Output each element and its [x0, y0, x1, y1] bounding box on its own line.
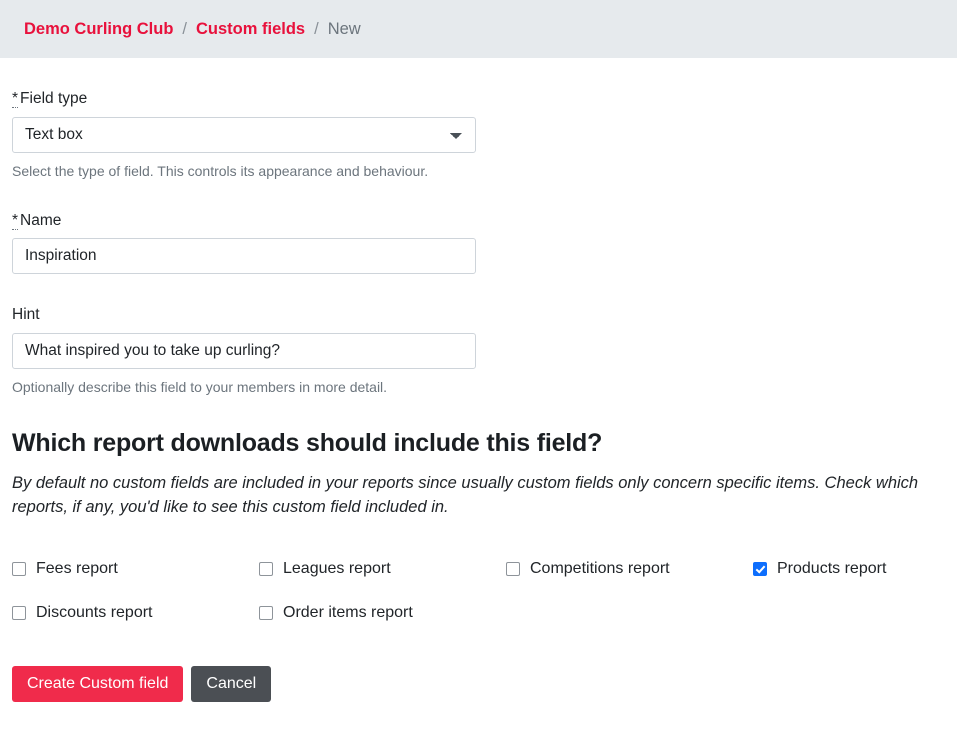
reports-description: By default no custom fields are included…: [12, 474, 919, 517]
field-type-help: Select the type of field. This controls …: [12, 162, 429, 179]
checkbox-label: Leagues report: [283, 560, 391, 577]
breadcrumb-separator: /: [314, 19, 319, 38]
checkbox-label: Products report: [777, 560, 887, 577]
checkbox-label: Competitions report: [530, 560, 670, 577]
field-type-label: * Field type: [12, 90, 945, 109]
checkbox-order-items-report[interactable]: [259, 606, 273, 620]
field-type-label-text: Field type: [20, 90, 88, 107]
required-marker-icon: *: [12, 211, 19, 230]
checkbox-item-leagues-report[interactable]: Leagues report: [259, 561, 506, 577]
hint-label: Hint: [12, 306, 40, 324]
checkbox-item-products-report[interactable]: Products report: [753, 561, 957, 577]
breadcrumb-item-club[interactable]: Demo Curling Club: [24, 21, 173, 38]
name-group: * Name: [12, 211, 945, 275]
breadcrumb-item-new: New: [327, 19, 361, 38]
field-type-select[interactable]: Text box: [12, 116, 476, 153]
reports-heading: Which report downloads should include th…: [12, 429, 603, 458]
checkbox-competitions-report[interactable]: [506, 562, 520, 576]
checkbox-item-discounts-report[interactable]: Discounts report: [12, 605, 259, 621]
checkbox-label: Order items report: [283, 604, 413, 621]
name-label: * Name: [12, 211, 945, 231]
name-input[interactable]: [12, 238, 476, 275]
breadcrumb-item-custom-fields[interactable]: Custom fields: [196, 21, 305, 38]
hint-input[interactable]: [12, 332, 476, 369]
hint-help: Optionally describe this field to your m…: [12, 378, 388, 395]
checkbox-item-competitions-report[interactable]: Competitions report: [506, 561, 753, 577]
checkbox-products-report[interactable]: [753, 562, 767, 576]
required-marker-icon: *: [12, 90, 19, 108]
checkbox-item-fees-report[interactable]: Fees report: [12, 561, 259, 577]
checkbox-fees-report[interactable]: [12, 562, 26, 576]
checkbox-label: Fees report: [36, 560, 118, 577]
checkbox-item-order-items-report[interactable]: Order items report: [259, 605, 506, 621]
checkbox-discounts-report[interactable]: [12, 606, 26, 620]
checkbox-leagues-report[interactable]: [259, 562, 273, 576]
form-actions: Create Custom field Cancel: [12, 666, 945, 702]
checkbox-label: Discounts report: [36, 604, 153, 621]
cancel-button[interactable]: Cancel: [191, 666, 272, 702]
hint-group: Hint Optionally describe this field to y…: [12, 306, 945, 396]
field-type-group: * Field type Text box Select the type of …: [12, 90, 945, 180]
name-label-text: Name: [20, 211, 62, 229]
breadcrumb-bar: Demo Curling Club / Custom fields / New: [0, 0, 957, 58]
custom-field-form: * Field type Text box Select the type of …: [0, 58, 957, 702]
breadcrumb-separator: /: [182, 19, 188, 38]
create-custom-field-button[interactable]: Create Custom field: [12, 666, 184, 702]
breadcrumb: Demo Curling Club / Custom fields / New: [24, 21, 361, 38]
reports-checkbox-grid: Fees report Leagues report Competitions …: [12, 561, 945, 621]
